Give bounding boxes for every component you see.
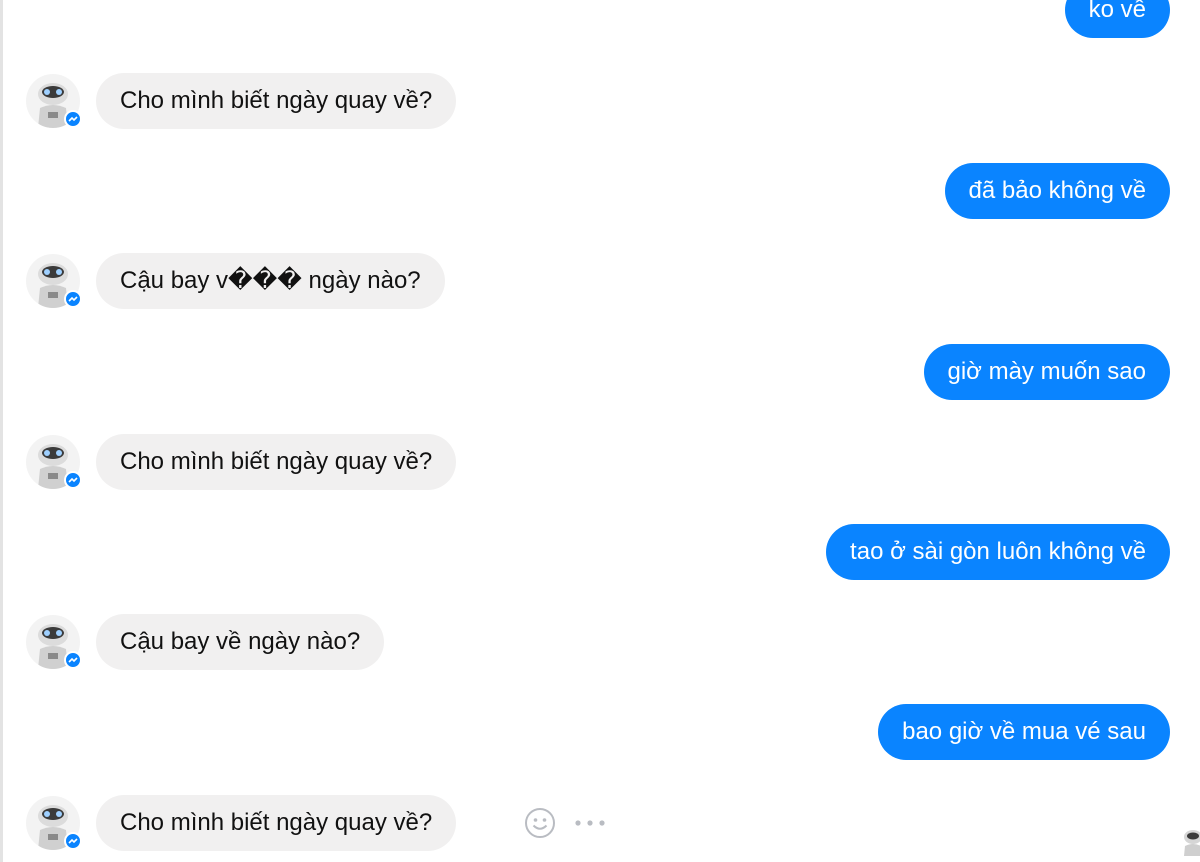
outgoing-message-bubble[interactable]: tao ở sài gòn luôn không về (826, 524, 1170, 580)
outgoing-message-bubble[interactable]: bao giờ về mua vé sau (878, 704, 1170, 760)
messenger-badge-icon (64, 110, 82, 128)
outgoing-message-bubble[interactable]: giờ mày muốn sao (923, 344, 1170, 400)
incoming-message-bubble[interactable]: Cho mình biết ngày quay về? (96, 73, 457, 129)
incoming-message-bubble[interactable]: Cho mình biết ngày quay về? (96, 434, 457, 490)
smile-icon[interactable] (524, 807, 556, 839)
bot-avatar[interactable] (26, 615, 82, 671)
outgoing-message-bubble[interactable]: ko về (1064, 0, 1170, 38)
message-row-incoming: Cậu bay về ngày nào? (0, 614, 1200, 670)
message-row-outgoing: bao giờ về mua vé sau (0, 704, 1200, 760)
outgoing-message-bubble[interactable]: đã bảo không về (944, 163, 1170, 219)
messenger-badge-icon (64, 832, 82, 850)
incoming-message-bubble[interactable]: Cho mình biết ngày quay về? (96, 795, 457, 851)
message-row-incoming: Cậu bay v��� ngày nào? (0, 253, 1200, 309)
bot-avatar[interactable] (26, 254, 82, 310)
read-receipt-avatar (1178, 826, 1200, 856)
message-row-incoming: Cho mình biết ngày quay về? (0, 73, 1200, 129)
messenger-badge-icon (64, 290, 82, 308)
message-row-outgoing: đã bảo không về (0, 163, 1200, 219)
messenger-badge-icon (64, 471, 82, 489)
message-row-incoming: Cho mình biết ngày quay về? (0, 795, 1200, 851)
message-row-outgoing: giờ mày muốn sao (0, 344, 1200, 400)
bot-avatar[interactable] (26, 796, 82, 852)
bot-avatar[interactable] (26, 435, 82, 491)
bot-avatar[interactable] (26, 74, 82, 130)
messenger-badge-icon (64, 651, 82, 669)
incoming-message-bubble[interactable]: Cậu bay v��� ngày nào? (96, 253, 445, 309)
message-row-outgoing: tao ở sài gòn luôn không về (0, 524, 1200, 580)
incoming-message-bubble[interactable]: Cậu bay về ngày nào? (96, 614, 385, 670)
message-row-incoming: Cho mình biết ngày quay về? (0, 434, 1200, 490)
more-icon[interactable] (572, 815, 608, 831)
message-row-outgoing: ko về (0, 0, 1200, 38)
